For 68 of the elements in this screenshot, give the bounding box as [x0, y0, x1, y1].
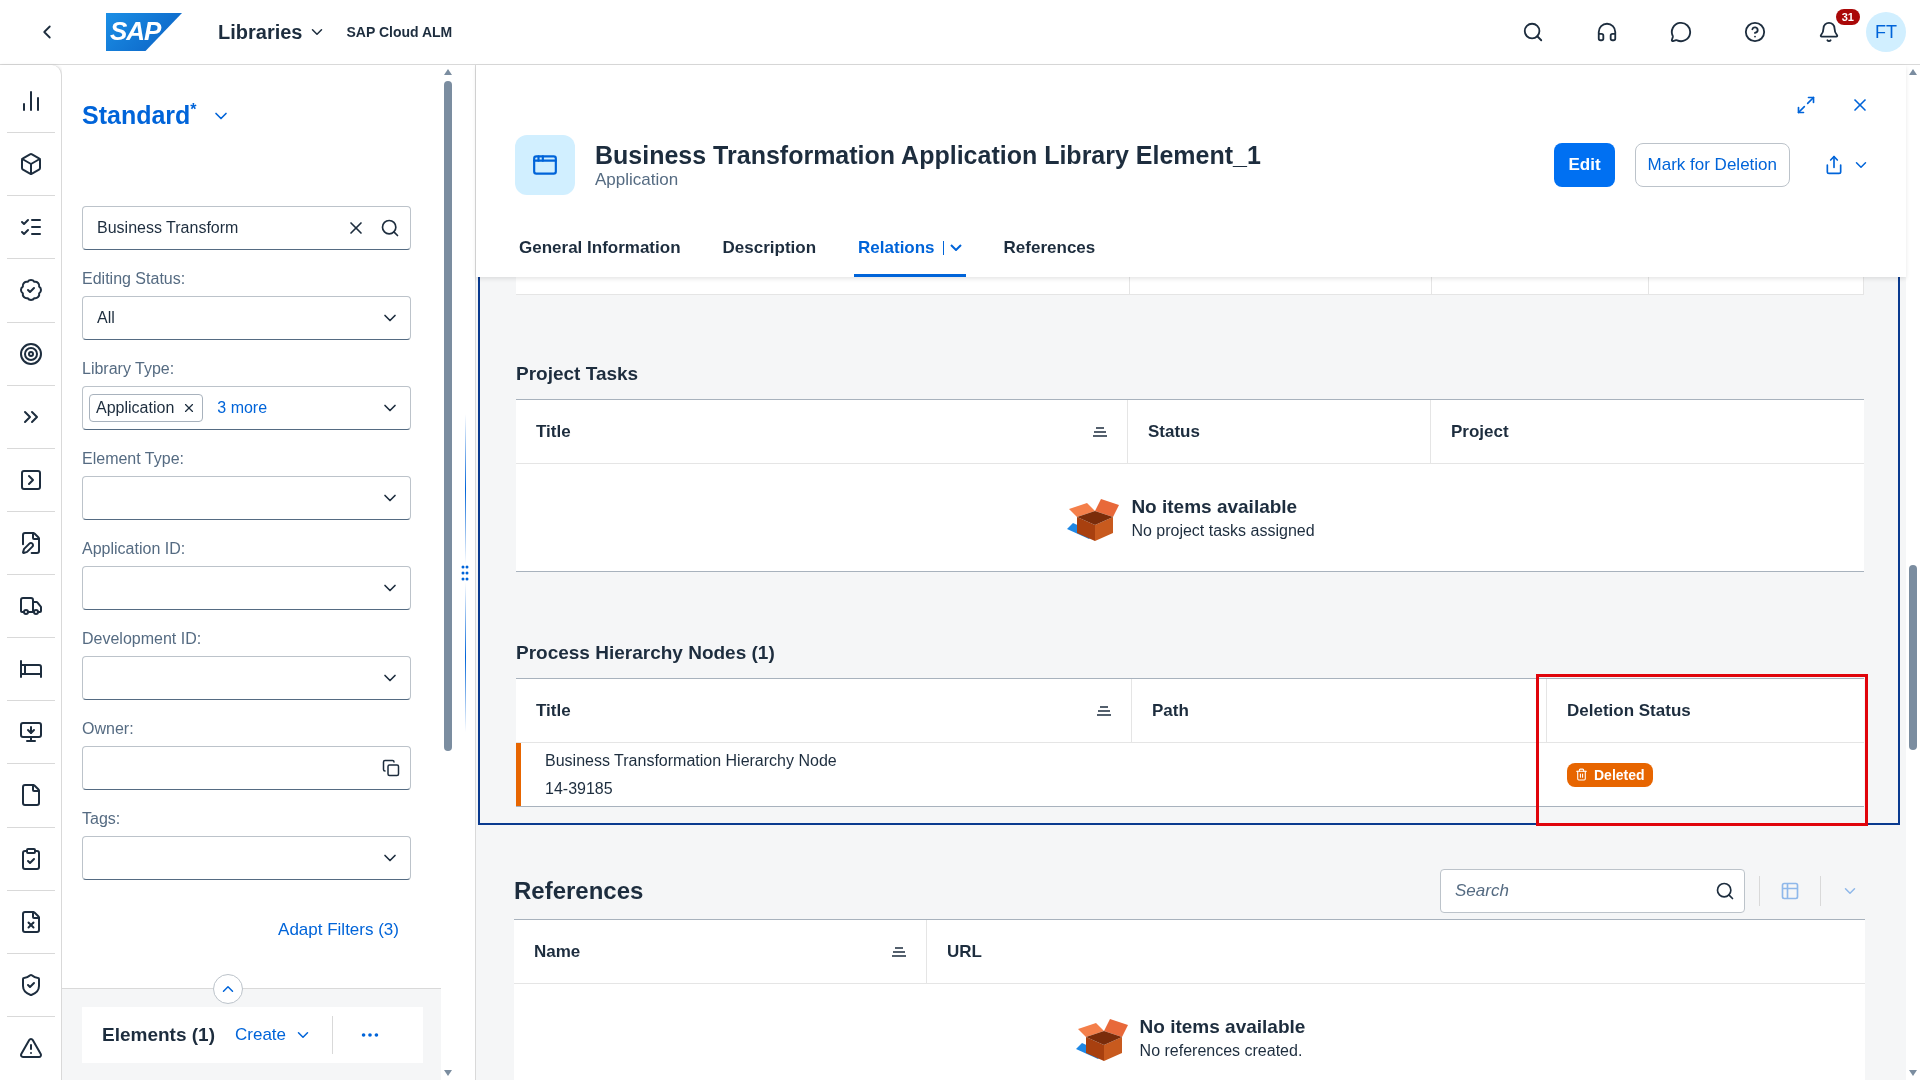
search-icon[interactable]	[1715, 881, 1735, 901]
create-menu-button[interactable]: Create	[235, 1025, 312, 1045]
scroll-up-icon[interactable]	[444, 69, 452, 75]
column-header[interactable]: Project	[1431, 400, 1864, 463]
adapt-filters-link[interactable]: Adapt Filters (3)	[278, 920, 399, 941]
dropdown-field[interactable]	[82, 836, 411, 881]
empty-title: No items available	[1139, 1016, 1306, 1038]
filter-label: Application ID:	[82, 540, 187, 559]
value-help-icon[interactable]	[382, 759, 400, 778]
dropdown-field[interactable]: Application 3 more	[82, 386, 411, 431]
column-header[interactable]: URL	[927, 920, 1865, 983]
filter-label: Owner:	[82, 720, 135, 739]
column-header[interactable]: Name	[514, 920, 927, 983]
dropdown-field[interactable]	[82, 656, 411, 701]
scroll-thumb[interactable]	[1909, 565, 1917, 750]
notification-count: 31	[1835, 9, 1860, 25]
section-title: Project Tasks	[516, 363, 640, 385]
dropdown-field[interactable]	[82, 476, 411, 521]
edit-button[interactable]: Edit	[1554, 143, 1615, 187]
variant-selector[interactable]: Standard$^{*}$	[82, 101, 411, 131]
node-title: Business Transformation Hierarchy Node	[545, 751, 838, 770]
dropdown-field[interactable]	[82, 566, 411, 611]
tab[interactable]: References	[999, 221, 1100, 277]
column-header[interactable]: Deletion Status	[1547, 679, 1864, 742]
node-id: 14-39185	[545, 779, 614, 798]
scroll-thumb[interactable]	[444, 81, 452, 751]
sort-icon	[1093, 426, 1107, 437]
object-subtitle: Application	[595, 169, 680, 190]
empty-text: No references created.	[1139, 1042, 1304, 1060]
collapse-button[interactable]	[213, 974, 243, 1004]
empty-title: No items available	[1131, 495, 1299, 518]
dropdown-field[interactable]: All	[82, 296, 411, 341]
scroll-down-icon[interactable]	[1909, 1070, 1917, 1076]
column-header[interactable]: Title	[516, 400, 1128, 463]
list-title: Elements (1)	[102, 1024, 215, 1046]
section-title: Process Hierarchy Nodes (1)	[516, 642, 776, 664]
search-field[interactable]: Business Transform	[82, 206, 411, 251]
search-icon[interactable]	[380, 218, 400, 239]
scroll-down-icon[interactable]	[444, 1070, 452, 1076]
deleted-status-badge: Deleted	[1567, 762, 1653, 787]
product-name: SAP Cloud ALM	[346, 24, 453, 40]
scroll-up-icon[interactable]	[1909, 69, 1917, 75]
tab[interactable]: General Information	[515, 221, 685, 277]
column-header[interactable]: Status	[1128, 400, 1431, 463]
more-link[interactable]: 3 more	[217, 399, 268, 418]
filter-label: Development ID:	[82, 630, 203, 649]
user-avatar[interactable]: FT	[1866, 12, 1906, 52]
mark-for-deletion-button[interactable]: Mark for Deletion	[1634, 143, 1790, 187]
filter-label: Library Type:	[82, 360, 176, 379]
value-help-field[interactable]	[82, 746, 411, 791]
logo[interactable]: SAP	[106, 13, 182, 51]
token[interactable]: Application	[89, 394, 204, 423]
empty-text: No project tasks assigned	[1131, 521, 1315, 540]
section-title: References	[514, 877, 645, 905]
app-title-menu[interactable]: Libraries	[212, 19, 333, 45]
filter-label: Editing Status:	[82, 270, 187, 289]
grip-icon[interactable]	[461, 563, 469, 582]
chevron-down-icon	[949, 244, 962, 251]
column-header[interactable]: Title	[516, 679, 1132, 742]
tab[interactable]: Description	[718, 221, 821, 277]
column-header[interactable]: Path	[1132, 679, 1547, 742]
search-field[interactable]: Search	[1440, 869, 1745, 913]
filter-label: Element Type:	[82, 450, 185, 469]
application-icon	[515, 135, 575, 195]
sort-icon	[892, 946, 906, 957]
object-title: Business Transformation Application Library Element_1	[595, 140, 1262, 170]
sort-icon	[1097, 705, 1111, 716]
filter-label: Tags:	[82, 810, 122, 829]
